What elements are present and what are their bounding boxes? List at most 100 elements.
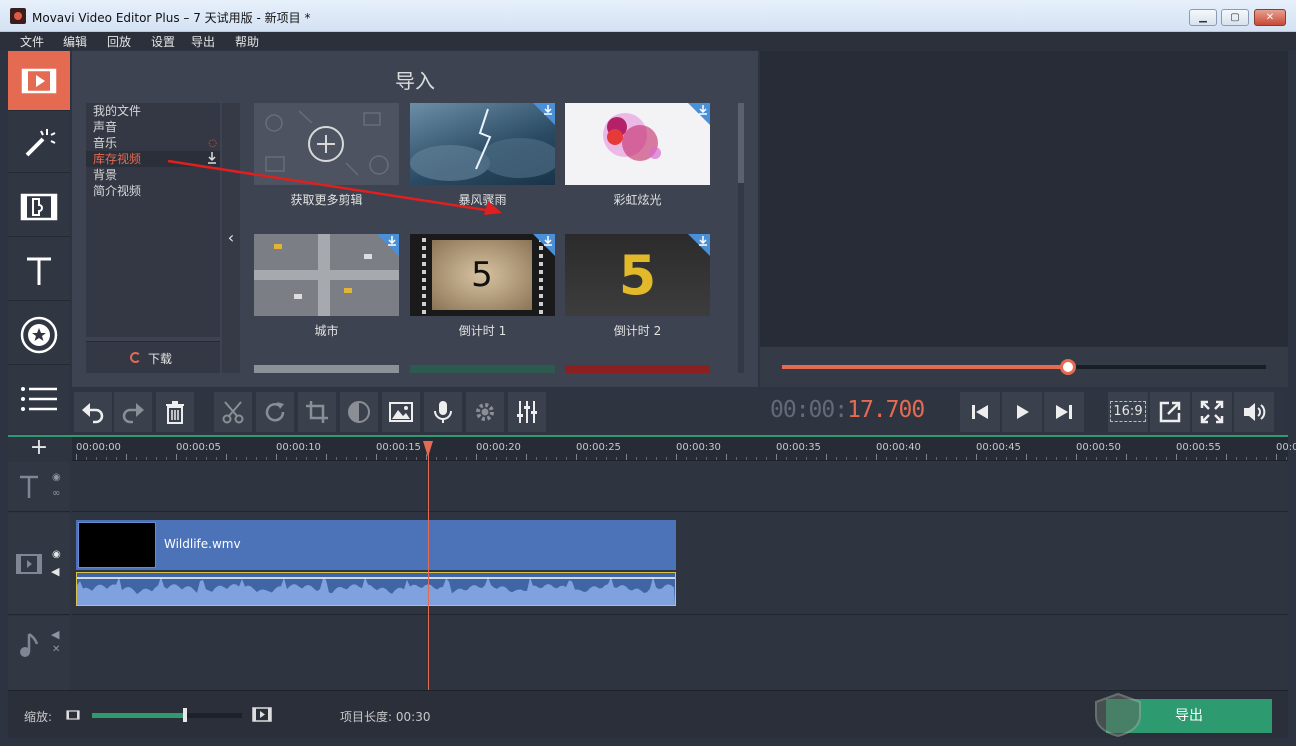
ruler-tick bbox=[196, 457, 197, 460]
clip-label: 倒计时 2 bbox=[613, 324, 662, 338]
import-tool-button[interactable] bbox=[8, 51, 70, 111]
add-track-button[interactable]: + bbox=[8, 437, 70, 461]
ruler-tick bbox=[1286, 457, 1287, 460]
menu-settings[interactable]: 设置 bbox=[151, 33, 175, 50]
link-icon[interactable]: ∞ bbox=[52, 488, 60, 499]
menu-playback[interactable]: 回放 bbox=[107, 33, 131, 50]
ruler-tick bbox=[576, 454, 577, 460]
equalizer-icon bbox=[517, 401, 537, 423]
clip-tile[interactable] bbox=[410, 365, 555, 373]
unlink-icon[interactable]: ✕ bbox=[52, 644, 60, 655]
star-badge-icon bbox=[20, 316, 58, 354]
close-button[interactable]: ✕ bbox=[1254, 9, 1286, 26]
speaker-icon[interactable]: ◀ bbox=[51, 628, 59, 641]
fullscreen-button[interactable] bbox=[1192, 392, 1232, 432]
download-icon[interactable] bbox=[543, 235, 553, 246]
music-note-icon bbox=[20, 632, 39, 657]
ruler-tick bbox=[546, 457, 547, 460]
time-ruler[interactable]: 00:00:00 00:00:05 00:00:10 00:00:15 00:0… bbox=[72, 437, 1296, 461]
playback-progress-bar[interactable] bbox=[782, 359, 1266, 375]
menu-export[interactable]: 导出 bbox=[191, 33, 215, 50]
category-my-files[interactable]: 我的文件 bbox=[86, 103, 220, 119]
ruler-tick bbox=[86, 457, 87, 460]
zoom-in-film-icon[interactable] bbox=[252, 706, 272, 723]
clip-tile-city[interactable] bbox=[254, 234, 399, 316]
rotate-button[interactable] bbox=[256, 392, 294, 432]
eye-icon[interactable]: ◉ bbox=[52, 549, 61, 560]
clip-tile-countdown-2[interactable]: 5 bbox=[565, 234, 710, 316]
ruler-tick bbox=[116, 457, 117, 460]
volume-button[interactable] bbox=[1234, 392, 1274, 432]
progress-knob[interactable] bbox=[1059, 359, 1076, 375]
eye-icon[interactable]: ◉ bbox=[52, 472, 61, 483]
edit-toolbar: 00:00:17.700 16:9 bbox=[72, 389, 1282, 435]
aspect-ratio-button[interactable]: 16:9 bbox=[1108, 392, 1148, 432]
download-icon[interactable] bbox=[698, 104, 708, 115]
play-icon bbox=[1017, 405, 1029, 419]
microphone-icon bbox=[434, 401, 452, 423]
ruler-tick bbox=[1206, 457, 1207, 460]
clip-tile[interactable] bbox=[565, 365, 710, 373]
delete-button[interactable] bbox=[156, 392, 194, 432]
ruler-tick bbox=[926, 454, 927, 460]
video-clip[interactable]: Wildlife.wmv bbox=[76, 520, 676, 570]
menu-help[interactable]: 帮助 bbox=[235, 33, 259, 50]
redo-button[interactable] bbox=[114, 392, 152, 432]
video-preview bbox=[760, 51, 1288, 347]
speaker-icon[interactable]: ◀ bbox=[51, 565, 59, 578]
text-track[interactable] bbox=[72, 462, 1288, 512]
ruler-label: 00:00:40 bbox=[876, 442, 921, 453]
clip-tile[interactable] bbox=[254, 365, 399, 373]
ruler-tick bbox=[596, 457, 597, 460]
ruler-tick bbox=[96, 457, 97, 460]
download-icon[interactable] bbox=[387, 235, 397, 246]
undo-button[interactable] bbox=[74, 392, 112, 432]
download-button[interactable]: 下载 bbox=[86, 341, 220, 373]
cut-button[interactable] bbox=[214, 392, 252, 432]
ruler-tick bbox=[856, 457, 857, 460]
music-track[interactable] bbox=[72, 616, 1288, 692]
ruler-tick bbox=[1146, 457, 1147, 460]
maximize-button[interactable]: ▢ bbox=[1221, 9, 1249, 26]
more-tools-button[interactable] bbox=[8, 369, 70, 429]
crop-button[interactable] bbox=[298, 392, 336, 432]
project-length: 项目长度: 00:30 bbox=[340, 708, 430, 725]
zoom-out-film-icon[interactable] bbox=[66, 709, 80, 721]
clip-grid-scrollbar[interactable] bbox=[738, 103, 744, 373]
category-music[interactable]: 音乐 ◌ bbox=[86, 135, 220, 151]
collapse-panel-button[interactable]: ‹ bbox=[222, 103, 240, 373]
clip-tile-countdown-1[interactable]: 5 bbox=[410, 234, 555, 316]
ruler-tick bbox=[226, 454, 227, 460]
category-sound[interactable]: 声音 bbox=[86, 119, 220, 135]
titles-tool-button[interactable] bbox=[8, 241, 70, 301]
ruler-tick bbox=[1156, 457, 1157, 460]
skip-forward-button[interactable] bbox=[1044, 392, 1084, 432]
scrollbar-thumb[interactable] bbox=[738, 103, 744, 183]
aspect-ratio-label: 16:9 bbox=[1110, 401, 1146, 422]
skip-forward-icon bbox=[1056, 405, 1072, 419]
transitions-tool-button[interactable] bbox=[8, 177, 70, 237]
window-title: Movavi Video Editor Plus – 7 天试用版 - 新项目 … bbox=[32, 11, 311, 25]
zoom-knob[interactable] bbox=[183, 708, 187, 722]
menu-file[interactable]: 文件 bbox=[20, 33, 44, 50]
color-adjust-button[interactable] bbox=[340, 392, 378, 432]
equalizer-button[interactable] bbox=[508, 392, 546, 432]
record-audio-button[interactable] bbox=[424, 392, 462, 432]
timeline: + 00:00:00 00:00:05 00:00:10 00:00:15 00… bbox=[8, 435, 1296, 692]
image-button[interactable] bbox=[382, 392, 420, 432]
stickers-tool-button[interactable] bbox=[8, 305, 70, 365]
effects-tool-button[interactable] bbox=[8, 113, 70, 173]
minimize-button[interactable]: ▁ bbox=[1189, 9, 1217, 26]
detach-preview-button[interactable] bbox=[1150, 392, 1190, 432]
audio-clip[interactable] bbox=[76, 572, 676, 606]
menu-edit[interactable]: 编辑 bbox=[63, 33, 87, 50]
clip-tile-rainbow[interactable] bbox=[565, 103, 710, 185]
clip-settings-button[interactable] bbox=[466, 392, 504, 432]
playhead-handle[interactable] bbox=[423, 441, 433, 457]
zoom-slider[interactable] bbox=[92, 708, 242, 722]
skip-back-button[interactable] bbox=[960, 392, 1000, 432]
play-button[interactable] bbox=[1002, 392, 1042, 432]
download-icon[interactable] bbox=[698, 235, 708, 246]
ruler-tick bbox=[736, 457, 737, 460]
download-icon[interactable] bbox=[543, 104, 553, 115]
